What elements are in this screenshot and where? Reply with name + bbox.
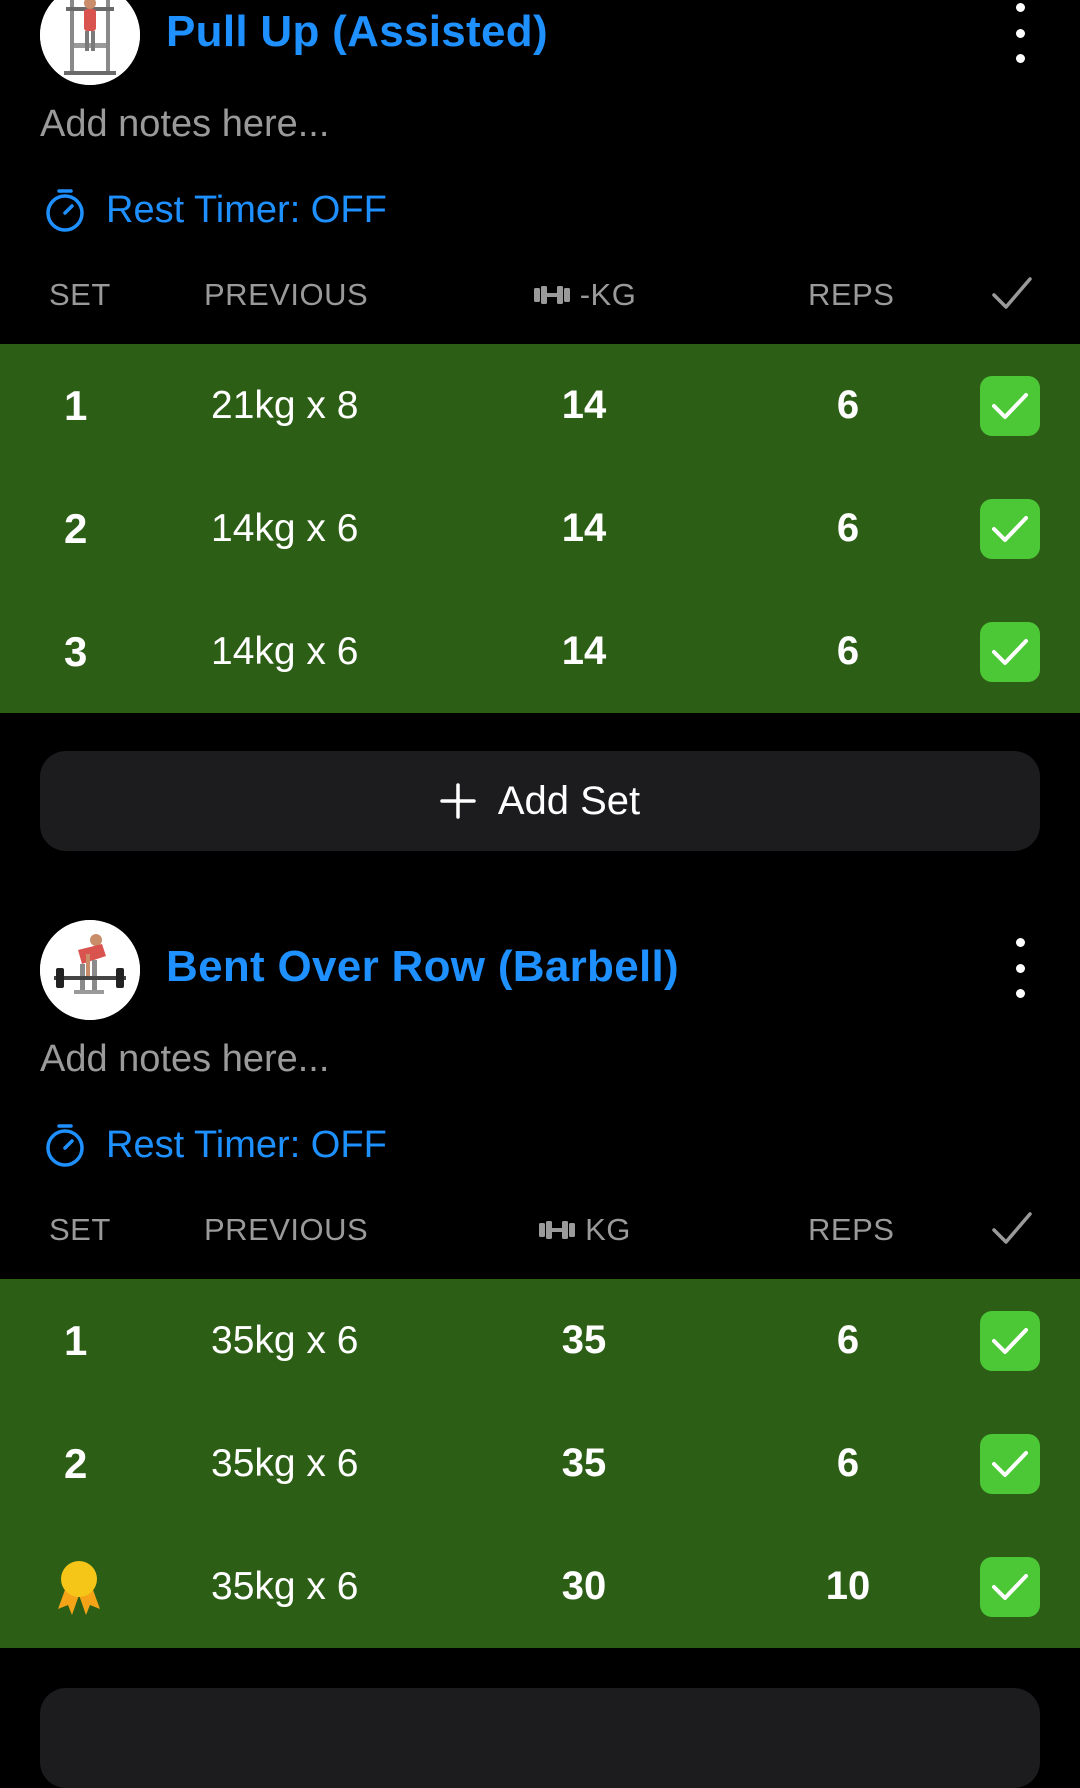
set-number[interactable]: 1: [64, 1279, 87, 1402]
set-row: 2 14kg x 6 14 6: [0, 467, 1080, 590]
set-row: 35kg x 6 30 10: [0, 1525, 1080, 1648]
notes-input[interactable]: Add notes here...: [40, 103, 329, 146]
sets-table-header: SET PREVIOUS -KG REPS: [0, 277, 1080, 317]
reps-input[interactable]: 6: [788, 1279, 908, 1402]
col-done: [990, 1208, 1034, 1256]
reps-input[interactable]: 6: [788, 1402, 908, 1525]
exercise-thumbnail[interactable]: [40, 0, 140, 85]
set-row: 2 35kg x 6 35 6: [0, 1402, 1080, 1525]
rest-timer-button[interactable]: Rest Timer: OFF: [42, 1120, 387, 1170]
weight-input[interactable]: 35: [524, 1279, 644, 1402]
set-complete-checkbox[interactable]: [980, 1279, 1040, 1402]
col-weight-label: KG: [585, 1212, 631, 1247]
checkmark-icon: [992, 1573, 1028, 1600]
weight-input[interactable]: 30: [524, 1525, 644, 1648]
exercise-card-bent-over-row: Bent Over Row (Barbell) Add notes here..…: [0, 920, 1080, 1648]
set-number[interactable]: [52, 1525, 106, 1648]
checkmark-header-icon: [992, 277, 1032, 309]
sets-table-header: SET PREVIOUS KG REPS: [0, 1212, 1080, 1252]
more-options-icon[interactable]: [1000, 3, 1040, 63]
notes-input[interactable]: Add notes here...: [40, 1038, 329, 1081]
rest-timer-label: Rest Timer: OFF: [106, 1123, 387, 1166]
set-number[interactable]: 2: [64, 467, 87, 590]
checkmark-icon: [992, 392, 1028, 419]
dumbbell-icon: [539, 1221, 576, 1239]
add-set-button[interactable]: Add Set: [40, 751, 1040, 851]
set-row: 1 21kg x 8 14 6: [0, 344, 1080, 467]
previous-value[interactable]: 21kg x 8: [211, 344, 358, 467]
checkmark-icon: [992, 1327, 1028, 1354]
exercise-card-pull-up: Pull Up (Assisted) Add notes here... Res…: [0, 0, 1080, 851]
checkmark-icon: [992, 1450, 1028, 1477]
set-number[interactable]: 1: [64, 344, 87, 467]
col-weight-label: -KG: [579, 277, 637, 312]
weight-input[interactable]: 14: [524, 590, 644, 713]
exercise-title[interactable]: Bent Over Row (Barbell): [166, 942, 679, 992]
set-complete-checkbox[interactable]: [980, 344, 1040, 467]
checkmark-icon: [992, 638, 1028, 665]
dumbbell-icon: [533, 286, 570, 304]
barbell-row-illustration-icon: [40, 920, 140, 1020]
col-weight[interactable]: KG: [0, 1212, 1080, 1248]
set-complete-checkbox[interactable]: [980, 590, 1040, 713]
reps-input[interactable]: 6: [788, 467, 908, 590]
previous-value[interactable]: 35kg x 6: [211, 1402, 358, 1525]
plus-icon: [440, 783, 476, 819]
previous-value[interactable]: 35kg x 6: [211, 1279, 358, 1402]
reps-input[interactable]: 10: [788, 1525, 908, 1648]
set-complete-checkbox[interactable]: [980, 1402, 1040, 1525]
weight-input[interactable]: 14: [524, 467, 644, 590]
medal-icon: [58, 1560, 100, 1615]
add-set-label: Add Set: [497, 778, 641, 823]
rest-timer-button[interactable]: Rest Timer: OFF: [42, 185, 387, 235]
set-row: 1 35kg x 6 35 6: [0, 1279, 1080, 1402]
set-row: 3 14kg x 6 14 6: [0, 590, 1080, 713]
exercise-header: Pull Up (Assisted): [0, 0, 1080, 85]
weight-input[interactable]: 35: [524, 1402, 644, 1525]
sets-table: 1 21kg x 8 14 6 2 14kg x 6 14 6 3 14kg x…: [0, 344, 1080, 713]
set-complete-checkbox[interactable]: [980, 467, 1040, 590]
exercise-thumbnail[interactable]: [40, 920, 140, 1020]
col-reps: REPS: [808, 1212, 895, 1247]
col-done: [990, 273, 1034, 321]
sets-table: 1 35kg x 6 35 6 2 35kg x 6 35 6 35kg x 6…: [0, 1279, 1080, 1648]
rest-timer-label: Rest Timer: OFF: [106, 188, 387, 231]
previous-value[interactable]: 14kg x 6: [211, 590, 358, 713]
set-number[interactable]: 2: [64, 1402, 87, 1525]
reps-input[interactable]: 6: [788, 344, 908, 467]
stopwatch-icon: [46, 1124, 84, 1167]
pull-up-illustration-icon: [40, 0, 140, 85]
add-set-button-partial[interactable]: [40, 1688, 1040, 1788]
checkmark-icon: [992, 515, 1028, 542]
exercise-header: Bent Over Row (Barbell): [0, 920, 1080, 1020]
previous-value[interactable]: 14kg x 6: [211, 467, 358, 590]
weight-input[interactable]: 14: [524, 344, 644, 467]
col-weight[interactable]: -KG: [0, 277, 1080, 313]
checkmark-header-icon: [992, 1212, 1032, 1244]
set-complete-checkbox[interactable]: [980, 1525, 1040, 1648]
reps-input[interactable]: 6: [788, 590, 908, 713]
exercise-title[interactable]: Pull Up (Assisted): [166, 7, 548, 57]
stopwatch-icon: [46, 189, 84, 232]
set-number[interactable]: 3: [64, 590, 87, 713]
more-options-icon[interactable]: [1000, 938, 1040, 998]
previous-value[interactable]: 35kg x 6: [211, 1525, 358, 1648]
col-reps: REPS: [808, 277, 895, 312]
